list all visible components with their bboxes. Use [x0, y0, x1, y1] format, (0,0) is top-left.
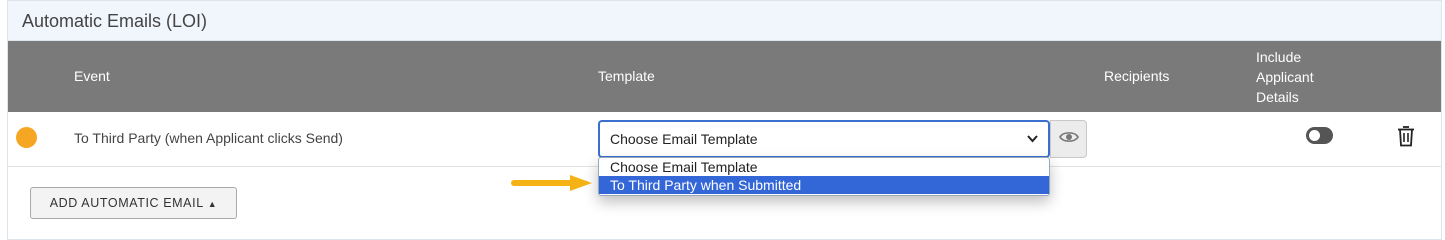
header-recipients: Recipients — [1104, 68, 1170, 84]
table-header: Event Template Recipients Include Applic… — [8, 41, 1441, 112]
event-name: To Third Party (when Applicant clicks Se… — [74, 130, 343, 146]
dropdown-option[interactable]: Choose Email Template — [599, 158, 1049, 176]
header-include-applicant-details: Include Applicant Details — [1256, 47, 1346, 107]
preview-template-button[interactable] — [1050, 120, 1087, 158]
template-select[interactable]: Choose Email Template — [598, 120, 1050, 158]
annotation-arrow-icon — [510, 172, 596, 199]
caret-up-icon: ▲ — [207, 199, 218, 209]
automatic-emails-panel: Automatic Emails (LOI) Event Template Re… — [7, 0, 1442, 240]
eye-icon — [1058, 130, 1079, 149]
panel-title: Automatic Emails (LOI) — [8, 1, 1441, 41]
status-indicator-icon — [16, 127, 37, 148]
template-dropdown-list: Choose Email Template To Third Party whe… — [598, 157, 1050, 196]
toggle-knob — [1309, 130, 1320, 141]
trash-icon[interactable] — [1397, 125, 1415, 152]
header-include-line: Applicant — [1256, 69, 1314, 85]
template-select-value: Choose Email Template — [610, 131, 758, 147]
add-automatic-email-button[interactable]: ADD AUTOMATIC EMAIL ▲ — [30, 187, 237, 219]
header-event: Event — [74, 68, 110, 84]
header-include-line: Include — [1256, 49, 1302, 65]
include-applicant-details-toggle[interactable] — [1306, 127, 1333, 144]
add-button-label: ADD AUTOMATIC EMAIL — [49, 196, 204, 210]
header-template: Template — [598, 68, 655, 84]
header-include-line: Details — [1256, 89, 1299, 105]
dropdown-option-highlighted[interactable]: To Third Party when Submitted — [599, 176, 1049, 194]
